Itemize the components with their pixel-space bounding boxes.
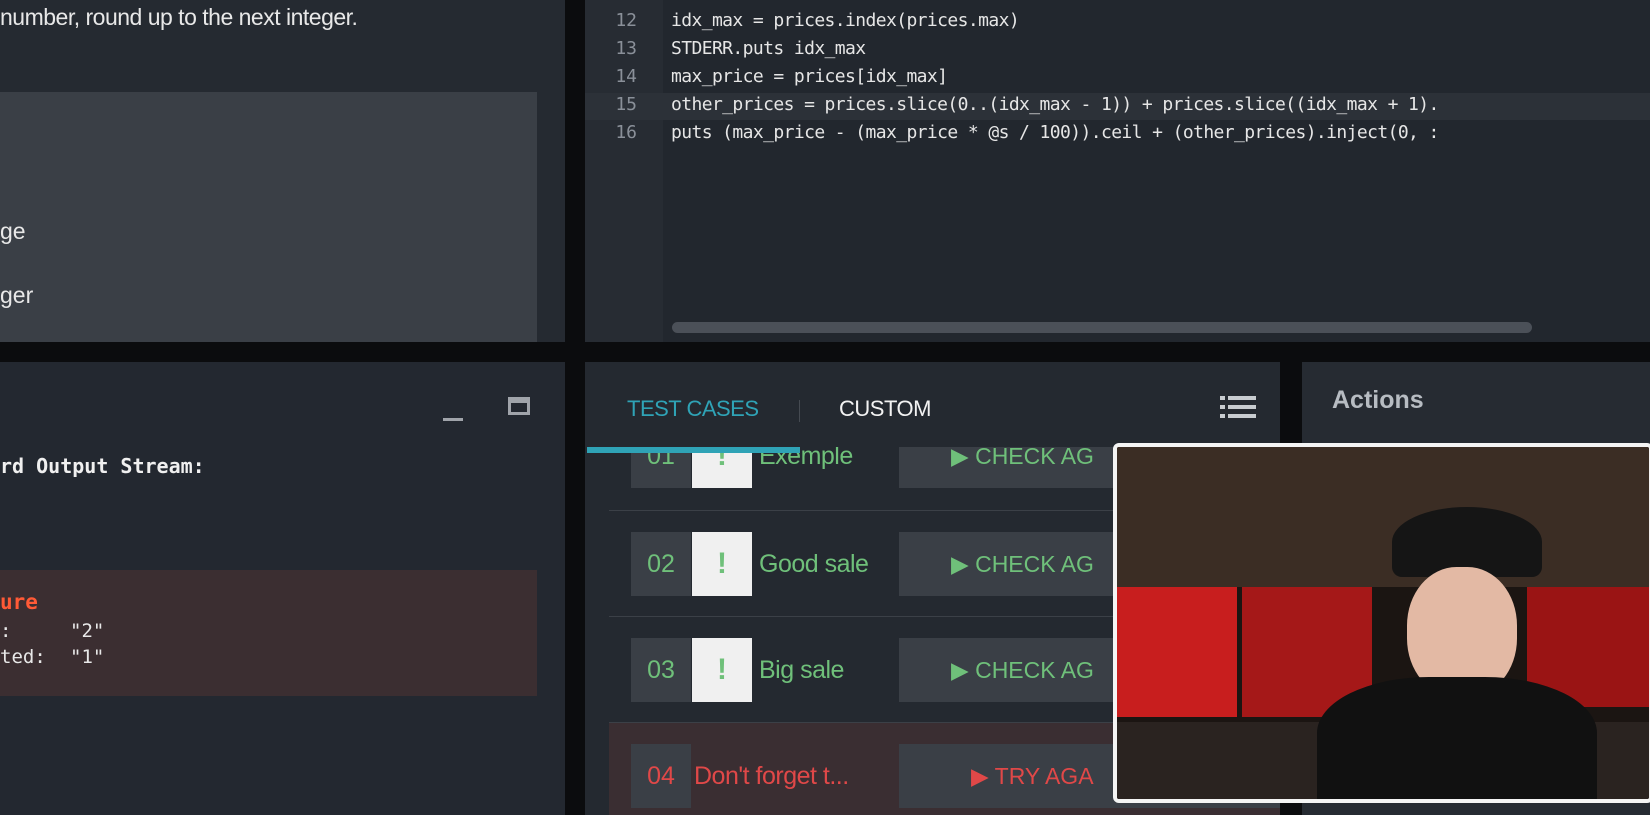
play-icon: ▶ — [971, 763, 995, 789]
expected-label: ted: — [0, 646, 46, 668]
exclamation-icon: ! — [692, 532, 752, 596]
test-number: 02 — [631, 532, 691, 596]
bookshelf-image — [1117, 447, 1649, 587]
console-header: rd Output Stream: — [0, 454, 205, 478]
button-label: TRY AGA — [994, 763, 1094, 789]
active-tab-indicator — [587, 447, 800, 453]
code-line[interactable]: idx_max = prices.index(prices.max) — [671, 10, 1020, 31]
button-label: CHECK AG — [975, 551, 1094, 577]
button-label: CHECK AG — [975, 657, 1094, 683]
actions-title: Actions — [1332, 386, 1424, 414]
tab-divider — [799, 400, 800, 422]
found-label: : — [0, 620, 12, 642]
horizontal-scrollbar[interactable] — [672, 322, 1532, 333]
line-number: 12 — [615, 10, 637, 31]
line-number: 15 — [615, 94, 637, 115]
failure-box: ure : "2" ted: "1" — [0, 570, 537, 696]
line-number: 16 — [615, 122, 637, 143]
code-line[interactable]: puts (max_price - (max_price * @s / 100)… — [671, 122, 1439, 143]
test-name: Don't forget t... — [694, 762, 849, 790]
webcam-overlay — [1113, 443, 1650, 803]
tab-custom[interactable]: CUSTOM — [839, 396, 931, 422]
minimize-icon[interactable] — [443, 418, 463, 421]
maximize-icon[interactable] — [508, 397, 530, 415]
test-name: Big sale — [759, 656, 844, 684]
constraints-box: ge ger — [0, 92, 537, 342]
play-icon: ▶ — [951, 657, 976, 683]
test-number: 04 — [631, 744, 691, 808]
constraint-text: ge — [0, 218, 26, 244]
line-number: 13 — [615, 38, 637, 59]
code-line[interactable]: max_price = prices[idx_max] — [671, 66, 948, 87]
play-icon: ▶ — [951, 551, 976, 577]
code-line[interactable]: STDERR.puts idx_max — [671, 38, 866, 59]
test-number: 03 — [631, 638, 691, 702]
exclamation-icon: ! — [692, 638, 752, 702]
expected-value: "1" — [70, 646, 105, 668]
failure-title: ure — [0, 590, 38, 614]
list-icon[interactable] — [1220, 394, 1256, 422]
line-number: 14 — [615, 66, 637, 87]
found-value: "2" — [70, 620, 105, 642]
shelf-red-box — [1117, 587, 1237, 717]
test-name: Good sale — [759, 550, 869, 578]
person-body — [1317, 677, 1597, 799]
constraint-text: ger — [0, 282, 34, 308]
statement-text: number, round up to the next integer. — [0, 4, 358, 30]
tab-test-cases[interactable]: TEST CASES — [627, 396, 759, 422]
code-editor[interactable]: 12 13 14 15 16 idx_max = prices.index(pr… — [585, 0, 1650, 342]
code-line[interactable]: other_prices = prices.slice(0..(idx_max … — [671, 94, 1439, 115]
